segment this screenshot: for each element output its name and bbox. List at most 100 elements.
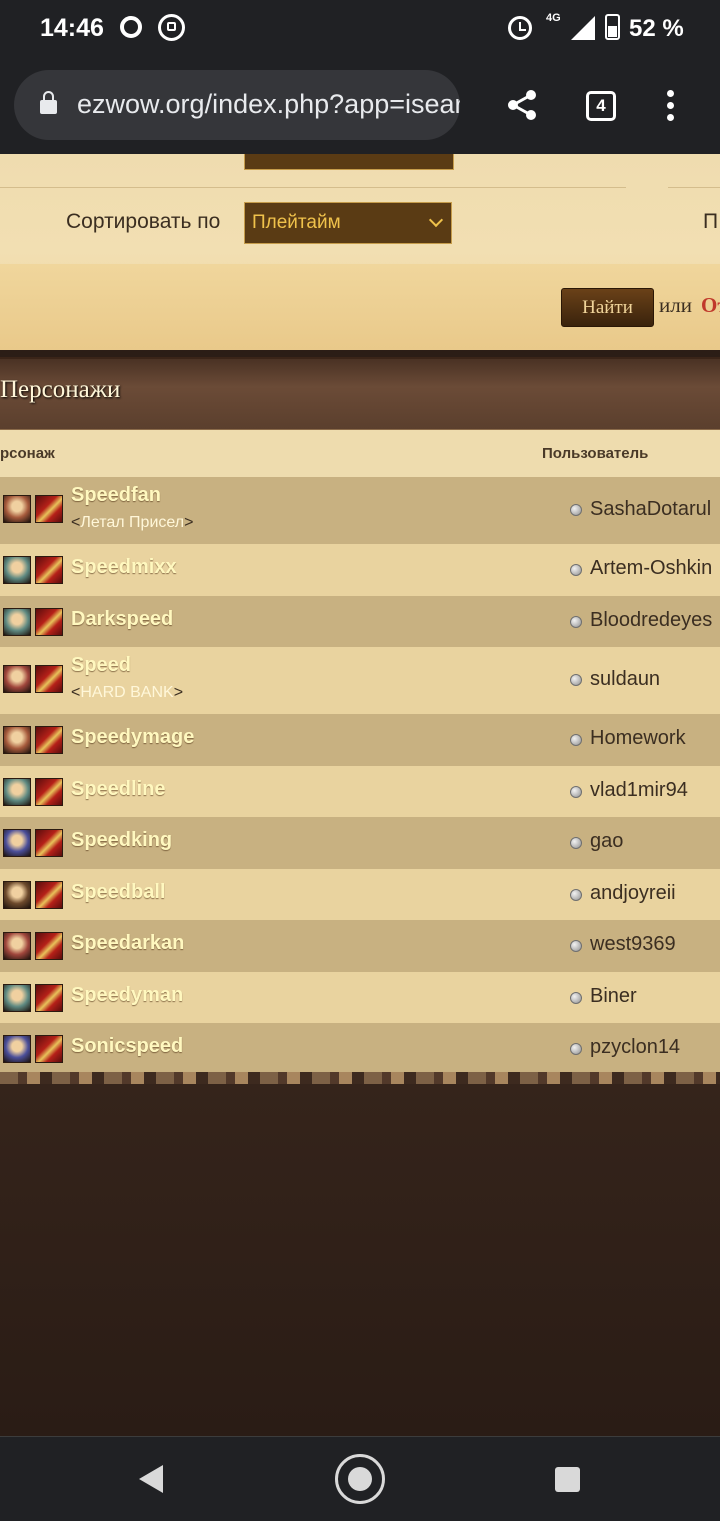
- race-icon: [3, 880, 31, 909]
- table-row: Speedarkan west9369: [0, 920, 720, 972]
- status-dot-icon: [570, 1043, 582, 1055]
- status-dot-icon: [570, 785, 582, 798]
- status-dot-icon: [570, 991, 582, 1004]
- alarm-icon: [508, 16, 532, 40]
- user-name-link[interactable]: SashaDotarul: [590, 498, 711, 521]
- user-name-link[interactable]: Biner: [590, 985, 637, 1008]
- class-icon: [35, 726, 63, 754]
- address-bar[interactable]: ezwow.org/index.php?app=isearch: [14, 70, 460, 140]
- table-row: Speedyman Biner: [0, 971, 720, 1023]
- android-nav-bar: [0, 1436, 720, 1521]
- character-name-link[interactable]: Speedymage: [71, 726, 194, 749]
- url-text: ezwow.org/index.php?app=isearch: [77, 89, 460, 119]
- character-name-link[interactable]: Speedyman: [71, 984, 183, 1007]
- browser-toolbar: ezwow.org/index.php?app=isearch 4: [0, 62, 720, 154]
- character-name-link[interactable]: Speedline: [71, 778, 165, 801]
- user-name-link[interactable]: Artem-Oshkin: [590, 557, 712, 580]
- section-title: Персонажи: [0, 376, 121, 403]
- class-icon: [35, 829, 63, 857]
- table-row: Sonicspeed pzyclon14: [0, 1023, 720, 1075]
- character-name-link[interactable]: Speedmixx: [71, 556, 177, 579]
- race-icon: [3, 829, 31, 857]
- class-icon: [35, 1035, 63, 1063]
- character-name-link[interactable]: Sonicspeed: [71, 1035, 183, 1058]
- status-dot-icon: [570, 837, 582, 849]
- class-icon: [35, 777, 63, 806]
- class-icon: [35, 607, 63, 636]
- status-bar: 14:46 4G 52 %: [0, 0, 720, 62]
- sort-select[interactable]: Плейтайм: [244, 202, 452, 244]
- character-name-link[interactable]: Speedking: [71, 829, 172, 852]
- user-name-link[interactable]: suldaun: [590, 668, 660, 691]
- table-row: Speedymage Homework: [0, 714, 720, 766]
- guild-tag: <Летал Присел>: [71, 514, 194, 531]
- race-icon: [3, 665, 31, 693]
- status-dot-icon: [570, 888, 582, 901]
- table-row: Speedking gao: [0, 817, 720, 869]
- cancel-link[interactable]: От: [701, 293, 720, 318]
- characters-table: Speedfan <Летал Присел> SashaDotarul Speedm…: [0, 477, 720, 1075]
- guild-tag: <HARD BANK>: [71, 684, 184, 701]
- race-icon: [3, 495, 31, 523]
- viber-icon: [158, 14, 185, 41]
- class-icon: [35, 983, 63, 1012]
- status-dot-icon: [570, 940, 582, 952]
- back-icon[interactable]: [139, 1465, 163, 1493]
- section-header: Персонажи: [0, 357, 720, 432]
- race-icon: [3, 726, 31, 754]
- race-icon: [3, 932, 31, 960]
- find-button[interactable]: Найти: [561, 288, 654, 327]
- tab-switcher-button[interactable]: 4: [586, 91, 616, 121]
- guild-name[interactable]: HARD BANK: [80, 684, 173, 701]
- user-name-link[interactable]: west9369: [590, 933, 676, 956]
- table-row: Speedline vlad1mir94: [0, 765, 720, 817]
- user-name-link[interactable]: Bloodredeyes: [590, 609, 712, 632]
- table-header: рсонаж Пользователь: [0, 430, 720, 477]
- page-content: Сортировать по Плейтайм П Найти или От П…: [0, 154, 720, 1436]
- table-row: Speedmixx Artem-Oshkin: [0, 544, 720, 596]
- user-name-link[interactable]: gao: [590, 830, 623, 853]
- signal-icon: [571, 16, 595, 40]
- table-row: Speedball andjoyreii: [0, 868, 720, 920]
- class-icon: [35, 665, 63, 693]
- class-icon: [35, 556, 63, 584]
- status-dot-icon: [570, 615, 582, 628]
- race-icon: [3, 1035, 31, 1063]
- torn-edge: [0, 1072, 720, 1084]
- truncated-label: П: [703, 210, 719, 233]
- race-icon: [3, 777, 31, 806]
- status-dot-icon: [570, 564, 582, 576]
- user-name-link[interactable]: vlad1mir94: [590, 779, 688, 802]
- character-name-link[interactable]: Darkspeed: [71, 608, 173, 631]
- character-name-link[interactable]: Speedfan: [71, 484, 161, 507]
- race-icon: [3, 607, 31, 636]
- column-user: Пользователь: [542, 445, 649, 462]
- opera-icon: [120, 16, 142, 38]
- character-name-link[interactable]: Speedball: [71, 881, 165, 904]
- recents-icon[interactable]: [555, 1467, 580, 1492]
- table-row: Speed <HARD BANK> suldaun: [0, 647, 720, 714]
- battery-icon: [605, 14, 620, 40]
- chevron-down-icon: [428, 212, 444, 228]
- or-text: или: [659, 293, 692, 317]
- character-name-link[interactable]: Speedarkan: [71, 932, 184, 955]
- more-menu-icon[interactable]: [664, 90, 676, 124]
- user-name-link[interactable]: pzyclon14: [590, 1036, 680, 1059]
- search-filters: Сортировать по Плейтайм П Найти или От: [0, 154, 720, 350]
- previous-select[interactable]: [244, 154, 454, 170]
- share-icon[interactable]: [505, 88, 539, 122]
- guild-name[interactable]: Летал Присел: [80, 514, 184, 531]
- character-name-link[interactable]: Speed: [71, 654, 131, 677]
- lock-icon: [40, 91, 57, 114]
- race-icon: [3, 556, 31, 584]
- divider: [0, 187, 626, 188]
- home-icon[interactable]: [335, 1454, 385, 1504]
- user-name-link[interactable]: Homework: [590, 727, 686, 750]
- user-name-link[interactable]: andjoyreii: [590, 882, 676, 905]
- status-dot-icon: [570, 734, 582, 746]
- race-icon: [3, 983, 31, 1012]
- sort-label: Сортировать по: [66, 210, 221, 233]
- column-character: рсонаж: [0, 445, 55, 462]
- class-icon: [35, 880, 63, 909]
- class-icon: [35, 932, 63, 960]
